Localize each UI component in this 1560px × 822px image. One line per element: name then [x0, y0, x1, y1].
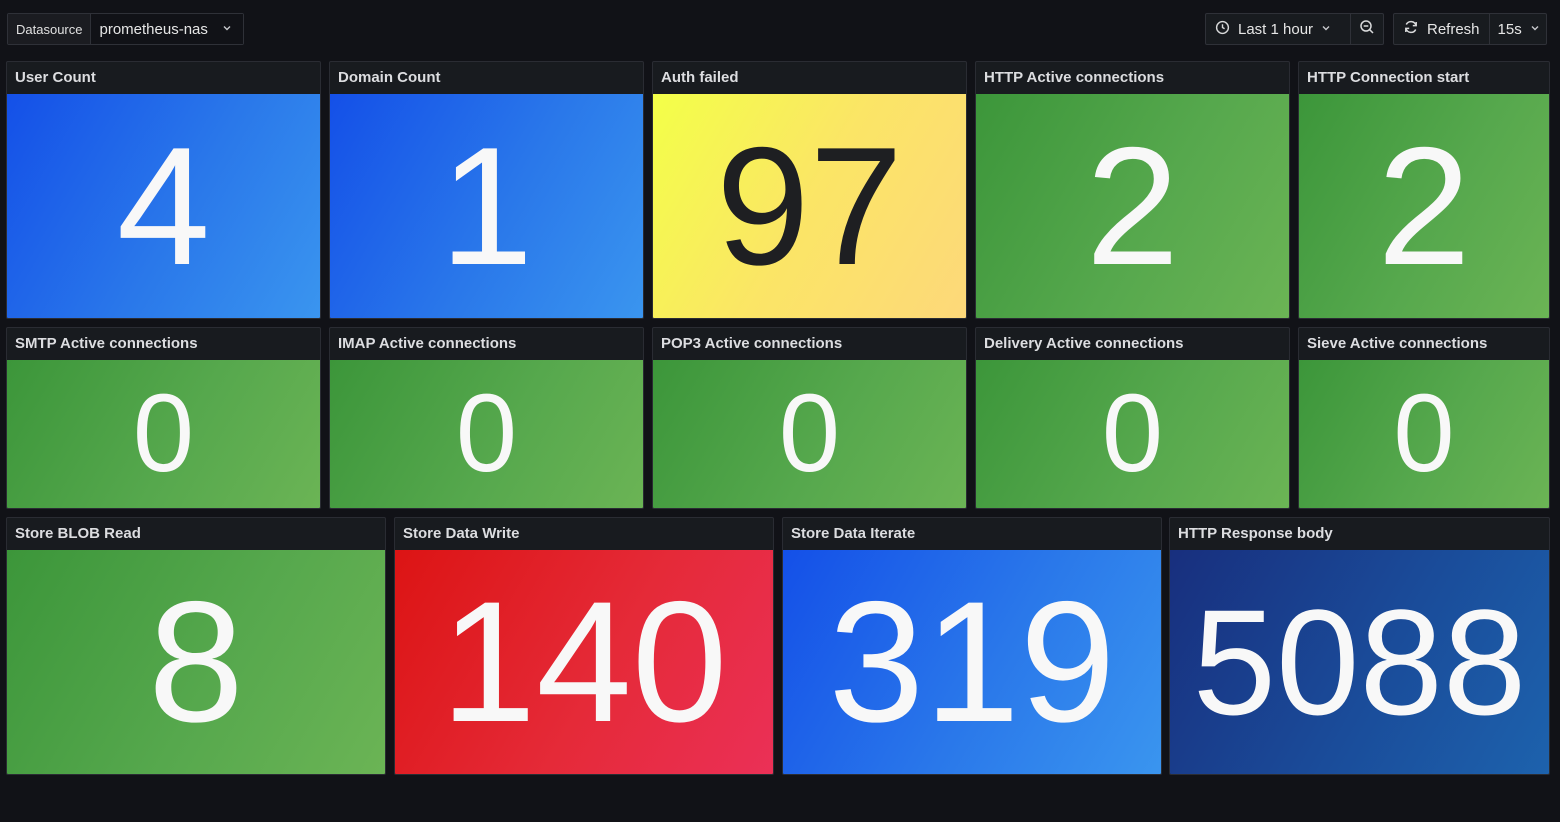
stat-value: 1 [439, 112, 534, 300]
chevron-down-icon [222, 23, 232, 36]
panel-http-connection-start[interactable]: HTTP Connection start 2 [1298, 61, 1550, 319]
panel-domain-count[interactable]: Domain Count 1 [329, 61, 644, 319]
stat-area: 5088 [1170, 550, 1549, 774]
chevron-down-icon [1530, 23, 1540, 36]
panel-delivery-active-connections[interactable]: Delivery Active connections 0 [975, 327, 1290, 509]
panel-title: HTTP Connection start [1307, 69, 1470, 86]
panel-store-blob-read[interactable]: Store BLOB Read 8 [6, 517, 386, 775]
panel-auth-failed[interactable]: Auth failed 97 [652, 61, 967, 319]
datasource-value: prometheus-nas [99, 20, 208, 38]
panel-store-data-write[interactable]: Store Data Write 140 [394, 517, 774, 775]
stat-value: 0 [778, 372, 841, 495]
panel-smtp-active-connections[interactable]: SMTP Active connections 0 [6, 327, 321, 509]
stat-area: 0 [7, 360, 320, 508]
stat-area: 0 [976, 360, 1289, 508]
clock-icon [1215, 20, 1230, 39]
stat-value: 2 [1085, 112, 1180, 300]
stat-value: 2 [1377, 112, 1471, 300]
panel-user-count[interactable]: User Count 4 [6, 61, 321, 319]
stat-value: 0 [1101, 372, 1164, 495]
stat-value: 4 [116, 112, 211, 300]
refresh-icon [1403, 19, 1419, 39]
refresh-interval-select[interactable]: 15s [1490, 14, 1546, 44]
stat-area: 140 [395, 550, 773, 774]
panel-imap-active-connections[interactable]: IMAP Active connections 0 [329, 327, 644, 509]
chevron-down-icon [1321, 23, 1331, 36]
zoom-out-icon [1359, 19, 1375, 40]
panel-title: IMAP Active connections [338, 335, 517, 352]
refresh-picker: Refresh 15s [1393, 13, 1547, 45]
stat-value: 0 [1393, 372, 1455, 495]
panel-sieve-active-connections[interactable]: Sieve Active connections 0 [1298, 327, 1550, 509]
refresh-button[interactable]: Refresh [1394, 14, 1490, 44]
time-picker: Last 1 hour [1205, 13, 1384, 45]
stat-value: 319 [828, 566, 1116, 758]
stat-value: 0 [132, 372, 195, 495]
stat-value: 140 [440, 566, 728, 758]
stat-value: 0 [455, 372, 518, 495]
panel-title: Store Data Iterate [791, 525, 916, 542]
refresh-interval-value: 15s [1497, 20, 1522, 38]
refresh-label: Refresh [1427, 20, 1480, 38]
datasource-label: Datasource [8, 14, 92, 44]
panel-title: POP3 Active connections [661, 335, 843, 352]
time-range-label: Last 1 hour [1238, 20, 1314, 38]
panel-http-active-connections[interactable]: HTTP Active connections 2 [975, 61, 1290, 319]
panel-pop3-active-connections[interactable]: POP3 Active connections 0 [652, 327, 967, 509]
panel-title: Sieve Active connections [1307, 335, 1488, 352]
stat-area: 0 [330, 360, 643, 508]
panel-store-data-iterate[interactable]: Store Data Iterate 319 [782, 517, 1162, 775]
time-range-button[interactable]: Last 1 hour [1206, 14, 1351, 44]
stat-area: 0 [1299, 360, 1549, 508]
panel-title: SMTP Active connections [15, 335, 198, 352]
stat-area: 0 [653, 360, 966, 508]
stat-area: 8 [7, 550, 385, 774]
stat-value: 5088 [1192, 578, 1527, 746]
stat-area: 319 [783, 550, 1161, 774]
dashboard-toolbar: Datasource prometheus-nas Last 1 hour Re… [0, 0, 1560, 58]
stat-area: 4 [7, 94, 320, 318]
stat-value: 97 [716, 112, 903, 300]
stat-area: 1 [330, 94, 643, 318]
datasource-variable: Datasource prometheus-nas [7, 13, 245, 45]
panel-title: Delivery Active connections [984, 335, 1184, 352]
datasource-select[interactable]: prometheus-nas [91, 14, 244, 44]
panel-http-response-body[interactable]: HTTP Response body 5088 [1169, 517, 1550, 775]
panel-title: Store Data Write [403, 525, 520, 542]
stat-area: 2 [976, 94, 1289, 318]
panel-title: User Count [15, 69, 96, 86]
stat-area: 2 [1299, 94, 1549, 318]
stat-value: 8 [148, 566, 244, 758]
panel-title: HTTP Response body [1178, 525, 1333, 542]
zoom-out-button[interactable] [1351, 14, 1383, 44]
panel-title: HTTP Active connections [984, 69, 1165, 86]
panel-title: Store BLOB Read [15, 525, 141, 542]
panel-title: Domain Count [338, 69, 441, 86]
panel-title: Auth failed [661, 69, 739, 86]
stat-area: 97 [653, 94, 966, 318]
